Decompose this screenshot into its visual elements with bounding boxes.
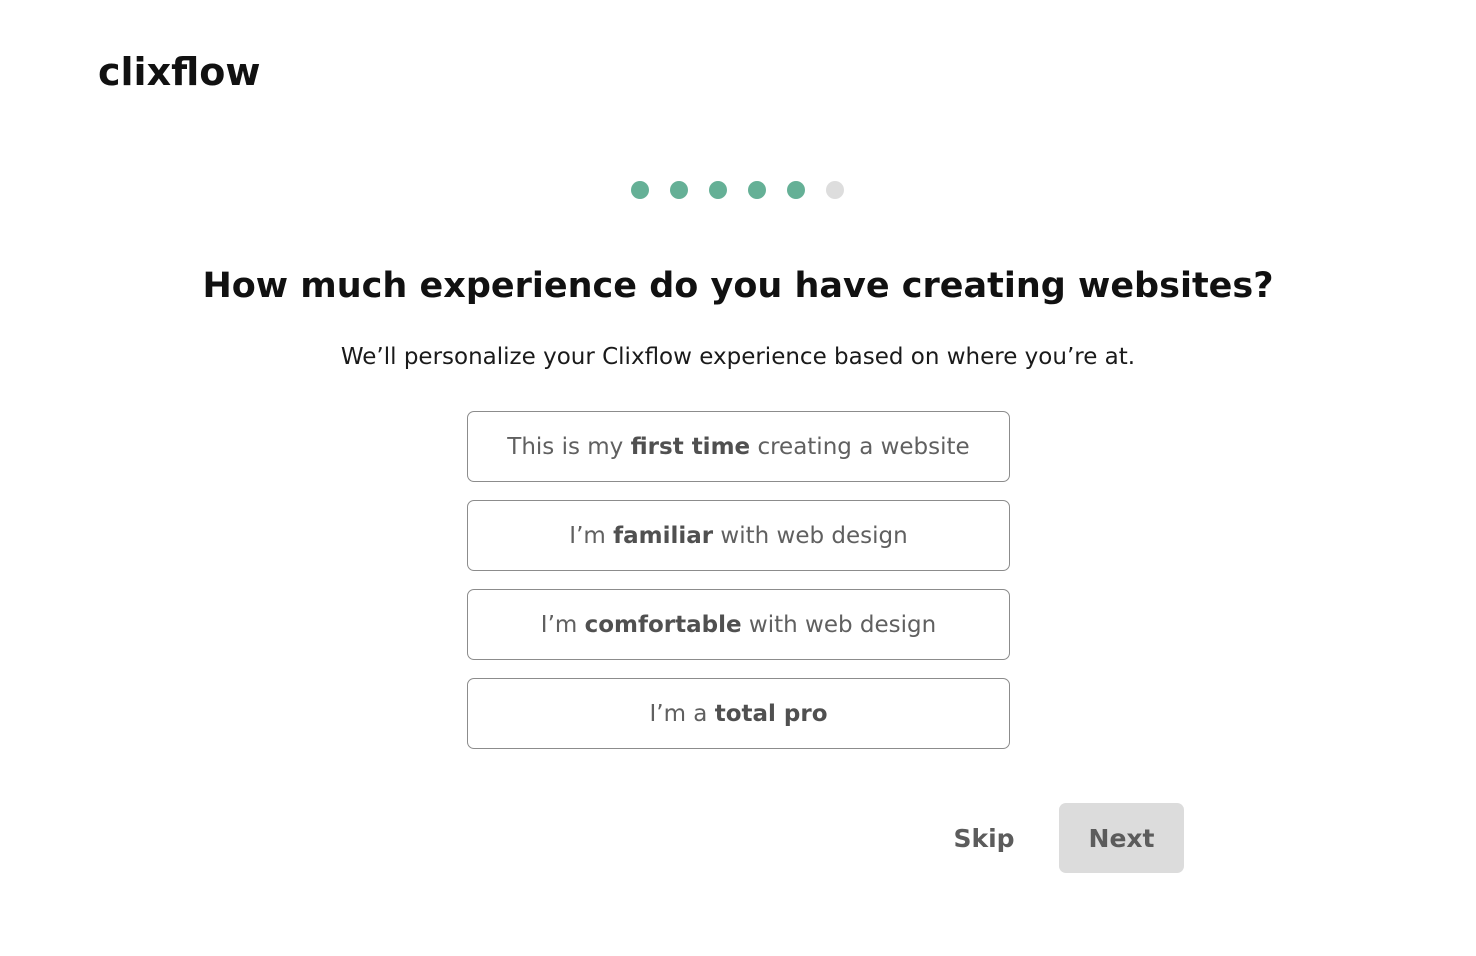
clixflow-logo: clixflow <box>98 50 261 94</box>
option-text-pre: I’m <box>569 522 614 549</box>
option-text-pre: This is my <box>507 433 631 460</box>
option-familiar[interactable]: I’m familiar with web design <box>467 500 1010 571</box>
option-text-bold: comfortable <box>584 611 742 638</box>
next-button[interactable]: Next <box>1059 803 1184 873</box>
option-text-bold: familiar <box>613 522 714 549</box>
option-text-post: with web design <box>741 611 937 638</box>
progress-dot-4 <box>748 181 766 199</box>
experience-options: This is my first time creating a website… <box>467 411 1010 767</box>
option-text-post: creating a website <box>750 433 970 460</box>
progress-dot-1 <box>631 181 649 199</box>
progress-dot-2 <box>670 181 688 199</box>
option-first-time[interactable]: This is my first time creating a website <box>467 411 1010 482</box>
step-progress-indicator <box>631 181 844 199</box>
question-subtitle: We’ll personalize your Clixflow experien… <box>340 344 1136 370</box>
option-text-bold: total pro <box>714 700 828 727</box>
option-text-bold: first time <box>630 433 751 460</box>
progress-dot-6 <box>826 181 844 199</box>
progress-dot-3 <box>709 181 727 199</box>
question-title: How much experience do you have creating… <box>202 266 1274 306</box>
progress-dot-5 <box>787 181 805 199</box>
option-total-pro[interactable]: I’m a total pro <box>467 678 1010 749</box>
option-text-pre: I’m a <box>649 700 715 727</box>
option-comfortable[interactable]: I’m comfortable with web design <box>467 589 1010 660</box>
skip-button[interactable]: Skip <box>940 814 1028 862</box>
option-text-pre: I’m <box>540 611 585 638</box>
option-text-post: with web design <box>713 522 908 549</box>
